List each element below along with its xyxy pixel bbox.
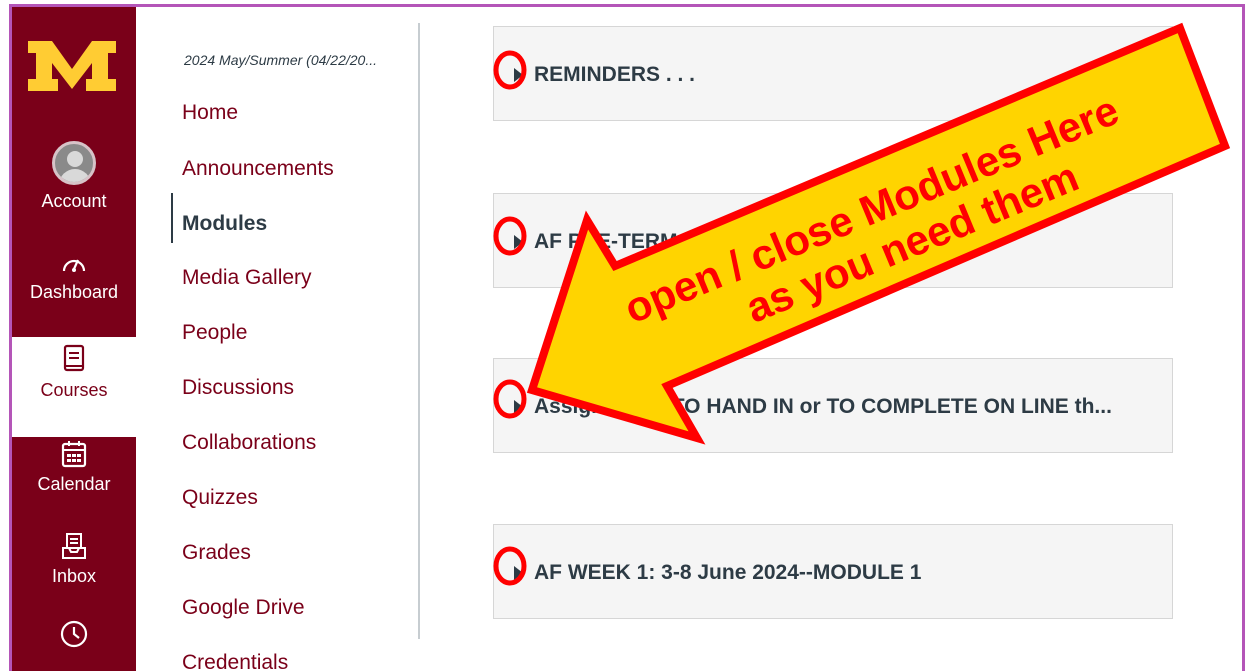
annotation-overlay: open / close Modules Here as you need th… [493,22,1231,586]
highlight-circle [493,546,527,586]
highlight-circle [493,50,527,90]
highlight-circle [493,379,527,419]
highlight-circle [493,216,527,256]
